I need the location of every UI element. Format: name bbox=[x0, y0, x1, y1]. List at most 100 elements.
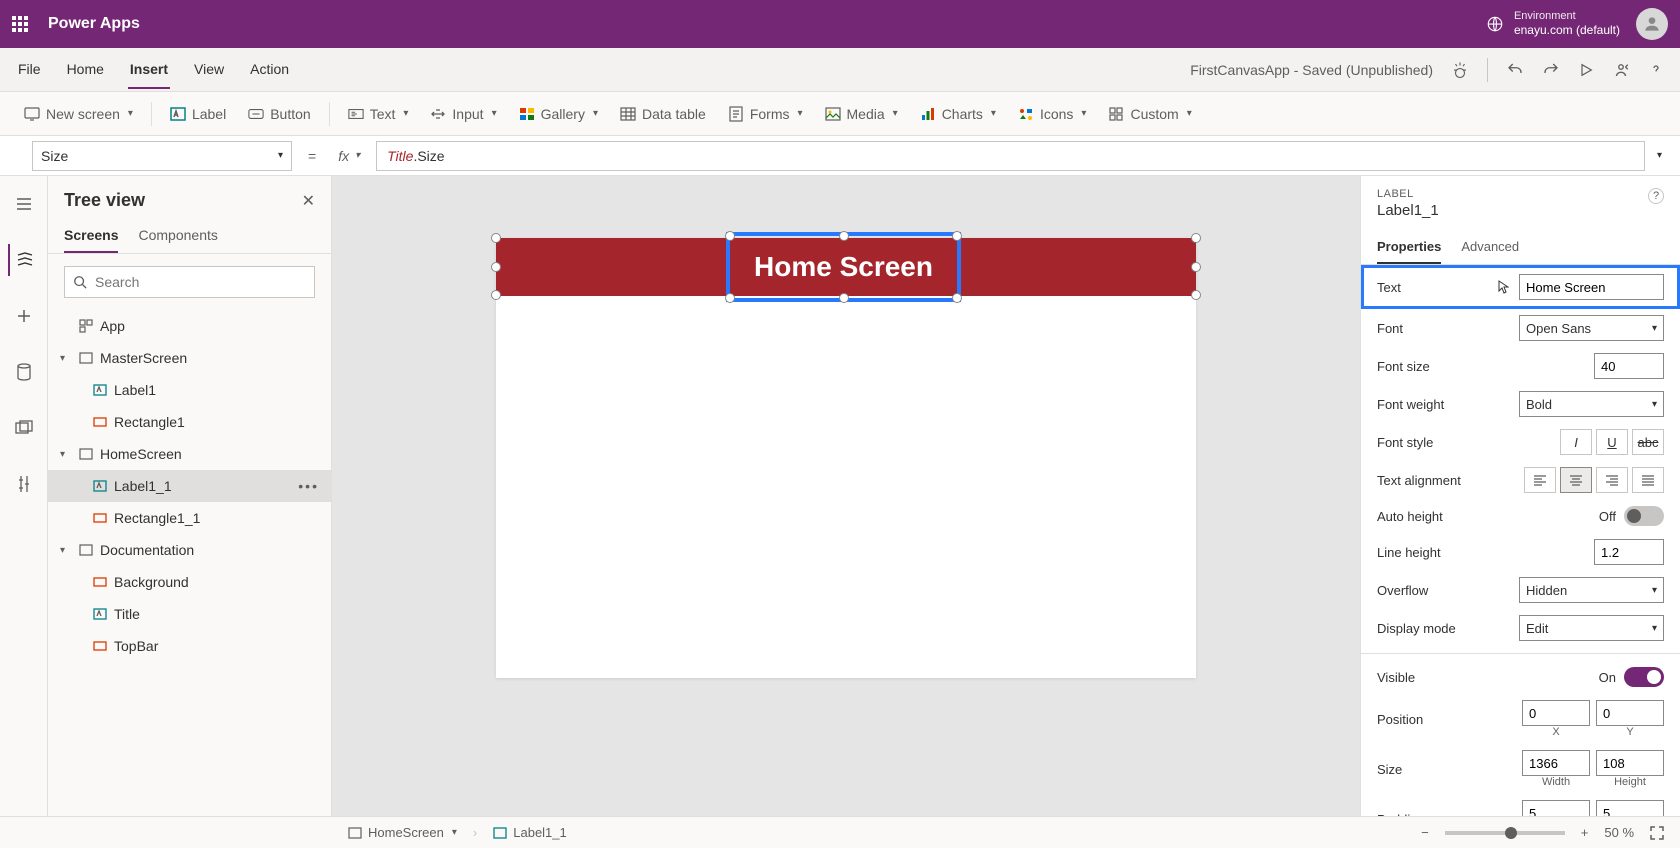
redo-icon[interactable] bbox=[1542, 61, 1560, 79]
canvas-screen[interactable]: Home Screen bbox=[496, 238, 1196, 678]
padding-top-input[interactable] bbox=[1522, 800, 1590, 816]
tree-item-homescreen[interactable]: ▾ HomeScreen bbox=[48, 438, 331, 470]
tree-item-app[interactable]: App bbox=[48, 310, 331, 342]
padding-bottom-input[interactable] bbox=[1596, 800, 1664, 816]
lineheight-input[interactable] bbox=[1594, 539, 1664, 565]
search-input[interactable] bbox=[95, 274, 306, 290]
fx-label[interactable]: fx▾ bbox=[332, 148, 366, 164]
property-selector[interactable]: Size ▾ bbox=[32, 141, 292, 171]
media-button[interactable]: Media▾ bbox=[817, 100, 906, 128]
new-screen-button[interactable]: New screen▾ bbox=[16, 100, 141, 128]
pos-x-input[interactable] bbox=[1522, 700, 1590, 726]
button-button[interactable]: Button bbox=[240, 100, 318, 128]
app-checker-icon[interactable] bbox=[1451, 61, 1469, 79]
width-input[interactable] bbox=[1522, 750, 1590, 776]
align-right-button[interactable] bbox=[1596, 467, 1628, 493]
canvas-area[interactable]: Home Screen bbox=[332, 176, 1360, 816]
user-avatar[interactable] bbox=[1636, 8, 1668, 40]
tab-screens[interactable]: Screens bbox=[64, 219, 118, 253]
resize-handle[interactable] bbox=[491, 262, 501, 272]
charts-button[interactable]: Charts▾ bbox=[912, 100, 1004, 128]
resize-handle[interactable] bbox=[491, 233, 501, 243]
input-button[interactable]: Input▾ bbox=[422, 100, 504, 128]
resize-handle[interactable] bbox=[1191, 233, 1201, 243]
more-icon[interactable]: ••• bbox=[298, 478, 319, 494]
canvas-selected-label[interactable]: Home Screen bbox=[726, 232, 961, 302]
menu-view[interactable]: View bbox=[192, 51, 226, 89]
tree-item-topbar[interactable]: TopBar bbox=[48, 630, 331, 662]
tree-view-icon[interactable] bbox=[8, 244, 40, 276]
chevron-down-icon[interactable]: ▾ bbox=[60, 353, 72, 364]
text-button[interactable]: Text▾ bbox=[340, 100, 417, 128]
tab-properties[interactable]: Properties bbox=[1377, 231, 1441, 264]
play-icon[interactable] bbox=[1578, 62, 1594, 78]
menu-home[interactable]: Home bbox=[65, 51, 106, 89]
resize-handle[interactable] bbox=[1191, 262, 1201, 272]
resize-handle[interactable] bbox=[839, 293, 849, 303]
tree-item-documentation[interactable]: ▾ Documentation bbox=[48, 534, 331, 566]
zoom-slider[interactable] bbox=[1445, 831, 1565, 835]
tree-item-rectangle1[interactable]: Rectangle1 bbox=[48, 406, 331, 438]
tree-item-label1[interactable]: Label1 bbox=[48, 374, 331, 406]
resize-handle[interactable] bbox=[952, 231, 962, 241]
gallery-button[interactable]: Gallery▾ bbox=[511, 100, 606, 128]
resize-handle[interactable] bbox=[725, 293, 735, 303]
zoom-out-button[interactable]: − bbox=[1421, 825, 1429, 840]
menu-insert[interactable]: Insert bbox=[128, 51, 170, 89]
visible-toggle[interactable] bbox=[1624, 667, 1664, 687]
formula-input[interactable]: Title.Size bbox=[376, 141, 1645, 171]
undo-icon[interactable] bbox=[1506, 61, 1524, 79]
icons-button[interactable]: Icons▾ bbox=[1010, 100, 1095, 128]
media-rail-icon[interactable] bbox=[8, 412, 40, 444]
pos-y-input[interactable] bbox=[1596, 700, 1664, 726]
help-icon[interactable]: ? bbox=[1648, 188, 1664, 204]
advanced-tools-icon[interactable] bbox=[8, 468, 40, 500]
tab-advanced[interactable]: Advanced bbox=[1461, 231, 1519, 264]
close-icon[interactable]: ✕ bbox=[302, 191, 315, 211]
autoheight-toggle[interactable] bbox=[1624, 506, 1664, 526]
menu-file[interactable]: File bbox=[16, 51, 43, 89]
resize-handle[interactable] bbox=[952, 293, 962, 303]
tree-item-background[interactable]: Background bbox=[48, 566, 331, 598]
resize-handle[interactable] bbox=[839, 231, 849, 241]
align-left-button[interactable] bbox=[1524, 467, 1556, 493]
breadcrumb-selected[interactable]: Label1_1 bbox=[493, 825, 567, 840]
underline-button[interactable]: U bbox=[1596, 429, 1628, 455]
hamburger-icon[interactable] bbox=[8, 188, 40, 220]
displaymode-select[interactable]: Edit▾ bbox=[1519, 615, 1664, 641]
formula-expand-icon[interactable]: ▾ bbox=[1657, 150, 1662, 161]
waffle-icon[interactable] bbox=[12, 16, 28, 32]
chevron-down-icon[interactable]: ▾ bbox=[60, 545, 72, 556]
resize-handle[interactable] bbox=[1191, 290, 1201, 300]
custom-button[interactable]: Custom▾ bbox=[1100, 100, 1199, 128]
tree-item-masterscreen[interactable]: ▾ MasterScreen bbox=[48, 342, 331, 374]
tree-item-label1-1[interactable]: Label1_1 ••• bbox=[48, 470, 331, 502]
text-input[interactable] bbox=[1519, 274, 1664, 300]
label-button[interactable]: Label bbox=[162, 100, 234, 128]
tree-item-rectangle1-1[interactable]: Rectangle1_1 bbox=[48, 502, 331, 534]
resize-handle[interactable] bbox=[725, 231, 735, 241]
share-icon[interactable] bbox=[1612, 61, 1630, 79]
font-select[interactable]: Open Sans▾ bbox=[1519, 315, 1664, 341]
tree-item-title[interactable]: Title bbox=[48, 598, 331, 630]
align-center-button[interactable] bbox=[1560, 467, 1592, 493]
data-table-button[interactable]: Data table bbox=[612, 100, 714, 128]
help-icon[interactable] bbox=[1648, 62, 1664, 78]
align-justify-button[interactable] bbox=[1632, 467, 1664, 493]
forms-button[interactable]: Forms▾ bbox=[720, 100, 811, 128]
tree-search[interactable] bbox=[64, 266, 315, 298]
italic-button[interactable]: I bbox=[1560, 429, 1592, 455]
environment-picker[interactable]: Environment enayu.com (default) bbox=[1486, 10, 1620, 38]
chevron-down-icon[interactable]: ▾ bbox=[60, 449, 72, 460]
zoom-in-button[interactable]: + bbox=[1581, 825, 1589, 840]
breadcrumb-screen[interactable]: HomeScreen ▾ bbox=[348, 825, 457, 840]
fullscreen-icon[interactable] bbox=[1650, 826, 1664, 840]
menu-action[interactable]: Action bbox=[248, 51, 291, 89]
insert-icon[interactable] bbox=[8, 300, 40, 332]
data-icon[interactable] bbox=[8, 356, 40, 388]
height-input[interactable] bbox=[1596, 750, 1664, 776]
fontweight-select[interactable]: Bold▾ bbox=[1519, 391, 1664, 417]
resize-handle[interactable] bbox=[491, 290, 501, 300]
strikethrough-button[interactable]: abc bbox=[1632, 429, 1664, 455]
fontsize-input[interactable] bbox=[1594, 353, 1664, 379]
